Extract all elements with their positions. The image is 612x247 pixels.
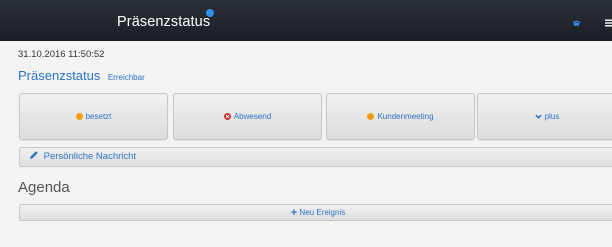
customer-meeting-button-label: Kundenmeeting	[377, 112, 434, 121]
presence-status: Präsenzstatus Erreichbar	[18, 67, 145, 85]
plus-button-label: plus	[544, 112, 560, 121]
busy-button[interactable]: besetzt	[19, 93, 168, 140]
absent-button-label: Abwesend	[233, 112, 272, 121]
pencil-icon	[30, 151, 38, 159]
presence-status-value: Erreichbar	[107, 73, 145, 82]
personal-message-label: Persönliche Nachricht	[43, 151, 137, 162]
menu-icon[interactable]	[605, 19, 612, 27]
timestamp: 31.10.2016 11:50:52	[18, 49, 105, 60]
phone-icon[interactable]	[572, 20, 581, 26]
agenda-heading: Agenda	[18, 179, 70, 196]
presence-status-title: Präsenzstatus	[18, 68, 101, 83]
top-navigation-bar: Präsenzstatus	[0, 0, 612, 41]
orange-dot-icon	[75, 113, 83, 120]
absent-button[interactable]: Abwesend	[173, 93, 322, 140]
plus-dropdown-button[interactable]: plus	[477, 93, 612, 140]
plus-icon: +	[290, 207, 298, 219]
red-close-circle-icon	[223, 113, 231, 120]
chevron-down-icon	[534, 114, 542, 119]
new-event-button[interactable]: + Neu Ereignis	[19, 204, 612, 221]
page-title: Präsenzstatus	[117, 14, 211, 30]
personal-message-button[interactable]: Persönliche Nachricht	[19, 147, 612, 167]
customer-meeting-button[interactable]: Kundenmeeting	[326, 93, 475, 140]
orange-dot-icon	[367, 113, 375, 120]
busy-button-label: besetzt	[85, 112, 112, 121]
info-icon[interactable]	[206, 9, 214, 17]
new-event-label: Neu Ereignis	[299, 208, 346, 217]
